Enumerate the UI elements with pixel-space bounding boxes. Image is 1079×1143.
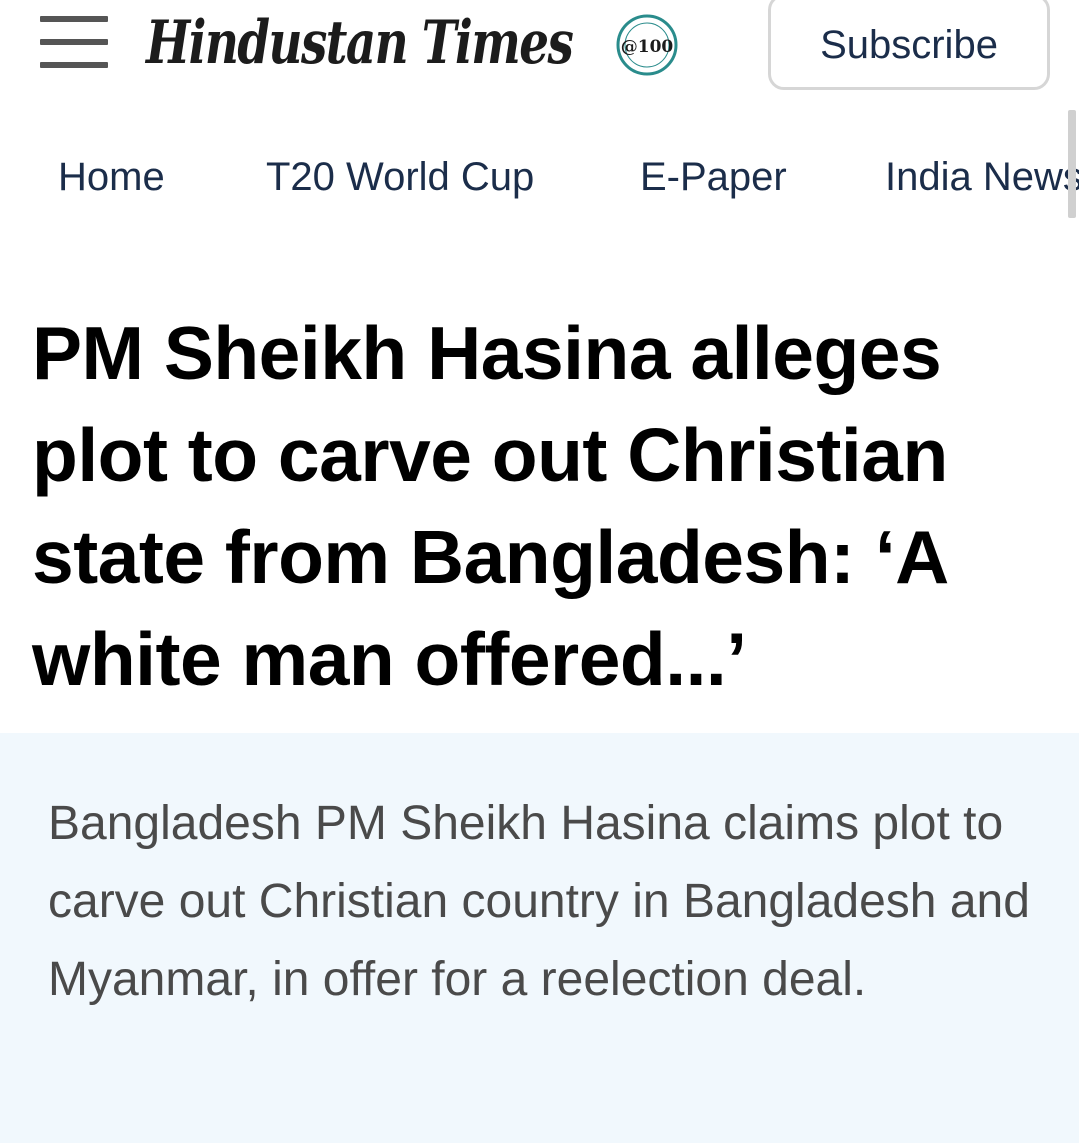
hamburger-bar: [40, 16, 108, 22]
section-nav: Home T20 World Cup E-Paper India News: [0, 120, 1079, 220]
nav-item-e-paper[interactable]: E-Paper: [640, 154, 787, 200]
subscribe-button[interactable]: Subscribe: [768, 0, 1050, 90]
logo-wordmark: Hindustan Times: [146, 8, 574, 78]
centenary-badge-icon: @100: [616, 14, 678, 76]
site-header: Hindustan Times @100 Subscribe: [0, 0, 1079, 110]
article-headline: PM Sheikh Hasina alleges plot to carve o…: [32, 311, 948, 701]
badge-label: @100: [621, 37, 674, 57]
page-scrollbar[interactable]: [1068, 110, 1076, 218]
nav-item-t20-world-cup[interactable]: T20 World Cup: [266, 154, 534, 200]
hamburger-menu-icon[interactable]: [40, 16, 110, 72]
hamburger-bar: [40, 62, 108, 68]
nav-item-home[interactable]: Home: [58, 154, 165, 200]
article-summary-box: Bangladesh PM Sheikh Hasina claims plot …: [0, 733, 1079, 1143]
hamburger-bar: [40, 39, 108, 45]
article-summary: Bangladesh PM Sheikh Hasina claims plot …: [48, 797, 1030, 1006]
site-logo[interactable]: Hindustan Times @100: [146, 2, 686, 92]
nav-item-india-news[interactable]: India News: [885, 154, 1079, 200]
